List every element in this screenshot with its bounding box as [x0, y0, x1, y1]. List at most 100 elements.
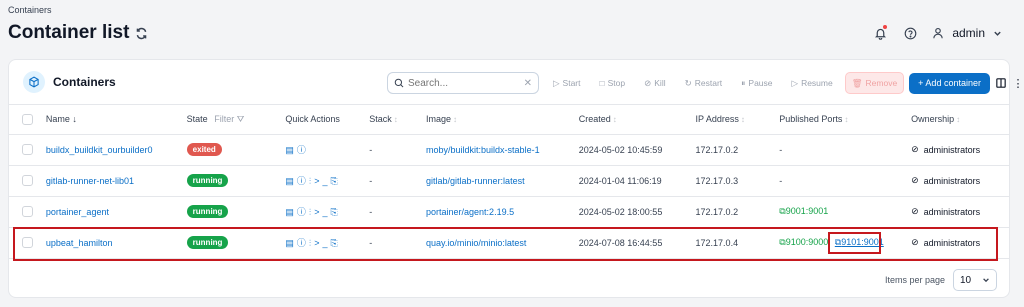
column-name[interactable]: Name ↓	[45, 105, 187, 135]
help-icon[interactable]	[902, 25, 918, 41]
quick-actions[interactable]: ▤ⓘ⫶>_⎘	[285, 176, 340, 186]
pause-icon: ⏸	[741, 77, 746, 88]
quick-actions[interactable]: ▤ⓘ⫶>_⎘	[285, 207, 340, 217]
username: admin	[952, 26, 985, 40]
created-cell: 2024-01-04 11:06:19	[578, 165, 696, 197]
quick-actions[interactable]: ▤ⓘ⫶>_⎘	[285, 238, 340, 248]
column-ownership[interactable]: Ownership ↕	[911, 105, 1009, 135]
search-input[interactable]	[408, 77, 518, 89]
status-badge: running	[186, 174, 229, 187]
refresh-icon: ↻	[684, 77, 692, 88]
user-icon	[933, 27, 943, 39]
ports-cell: -	[779, 165, 912, 197]
container-name-link[interactable]: upbeat_hamilton	[46, 238, 113, 248]
image-link[interactable]: quay.io/minio/minio:latest	[426, 238, 526, 248]
port-link-highlighted[interactable]: ⧉9101:9001	[835, 237, 884, 247]
stack-cell: -	[369, 227, 427, 259]
card-header: Containers ✕ ▷Start □Stop ⊘Kill ↻Restart…	[9, 60, 1023, 105]
ban-icon: ⊘	[644, 77, 652, 88]
remove-button[interactable]: 🗑 Remove	[844, 72, 905, 94]
image-link[interactable]: moby/buildkit:buildx-stable-1	[426, 145, 540, 155]
attach-icon: ⎘	[330, 207, 341, 217]
play-icon: ▷	[553, 77, 560, 88]
state-filter[interactable]: Filter ⛛	[214, 114, 244, 124]
table-row: gitlab-runner-net-lib01 running ▤ⓘ⫶>_⎘ -…	[9, 165, 1009, 197]
items-per-page-label: Items per page	[884, 275, 945, 285]
ownership-cell: ⊘ administrators	[911, 144, 981, 155]
restart-button[interactable]: ↻ Restart	[677, 72, 730, 94]
image-link[interactable]: gitlab/gitlab-runner:latest	[426, 176, 525, 186]
console-icon: >_	[314, 238, 331, 248]
resume-button[interactable]: ▷ Resume	[784, 72, 840, 94]
created-cell: 2024-05-02 10:45:59	[578, 134, 696, 166]
status-badge: exited	[186, 143, 222, 156]
created-cell: 2024-05-02 18:00:55	[578, 196, 696, 228]
attach-icon: ⎘	[330, 238, 341, 248]
row-checkbox[interactable]	[22, 206, 33, 218]
bell-icon[interactable]	[872, 25, 888, 41]
pause-button[interactable]: ⏸ Pause	[734, 72, 780, 94]
console-icon: >_	[314, 207, 331, 217]
container-name-link[interactable]: portainer_agent	[46, 207, 109, 217]
table-header: Name ↓ State Filter ⛛ Quick Actions Stac…	[9, 105, 1009, 135]
port-link[interactable]: ⧉9001:9001	[779, 206, 828, 216]
table-row: buildx_buildkit_ourbuilder0 exited ▤ⓘ - …	[9, 134, 1009, 166]
logs-icon: ▤	[285, 176, 297, 186]
sort-down-icon: ↓	[69, 114, 77, 125]
breadcrumb[interactable]: Containers	[8, 5, 52, 15]
status-badge: running	[186, 236, 229, 249]
port-link[interactable]: ⧉9100:9000	[779, 237, 828, 247]
cube-icon	[23, 71, 45, 93]
column-state[interactable]: State Filter ⛛	[186, 105, 286, 135]
stack-cell: -	[369, 134, 427, 166]
sort-icon: ↕	[844, 115, 849, 125]
logs-icon: ▤	[285, 145, 297, 155]
page-title-text: Container list	[8, 22, 130, 43]
clear-icon[interactable]: ✕	[524, 78, 532, 89]
start-button[interactable]: ▷ Start	[546, 72, 588, 94]
column-stack[interactable]: Stack ↕	[369, 105, 427, 135]
row-checkbox[interactable]	[22, 175, 33, 187]
filter-icon: ⛛	[236, 113, 245, 124]
search-box[interactable]: ✕	[387, 72, 539, 94]
container-name-link[interactable]: buildx_buildkit_ourbuilder0	[46, 145, 153, 155]
kill-button[interactable]: ⊘ Kill	[637, 72, 673, 94]
chevron-down-icon	[983, 278, 989, 283]
ownership-cell: ⊘ administrators	[911, 206, 981, 217]
attach-icon: ⎘	[330, 176, 341, 186]
eye-off-icon: ⊘	[911, 175, 919, 185]
column-image[interactable]: Image ↕	[426, 105, 579, 135]
eye-off-icon: ⊘	[911, 144, 919, 154]
pagination: Items per page 10	[885, 269, 997, 291]
refresh-icon[interactable]	[135, 27, 148, 40]
more-options-icon[interactable]: ⋮	[1012, 76, 1024, 90]
trash-icon: 🗑	[851, 77, 863, 88]
action-toolbar: ▷ Start □ Stop ⊘ Kill ↻ Restart ⏸ Pause ▷ Resu…	[546, 72, 1024, 94]
column-quick-actions: Quick Actions	[285, 105, 370, 135]
ip-cell: 172.17.0.2	[695, 134, 780, 166]
stop-button[interactable]: □ Stop	[592, 72, 633, 94]
user-menu[interactable]: admin	[932, 26, 1002, 40]
image-link[interactable]: portainer/agent:2.19.5	[426, 207, 514, 217]
select-all-checkbox[interactable]	[22, 113, 33, 125]
sort-icon: ↕	[956, 115, 961, 125]
inspect-icon: ⓘ	[296, 145, 309, 155]
row-checkbox[interactable]	[22, 144, 33, 156]
ownership-cell: ⊘ administrators	[911, 237, 981, 248]
ip-cell: 172.17.0.4	[695, 227, 780, 259]
column-created[interactable]: Created ↕	[578, 105, 696, 135]
stop-icon: □	[599, 78, 605, 88]
column-ip[interactable]: IP Address ↕	[695, 105, 780, 135]
stack-cell: -	[369, 165, 427, 197]
quick-actions[interactable]: ▤ⓘ	[285, 145, 309, 155]
column-ports[interactable]: Published Ports ↕	[779, 105, 912, 135]
columns-icon[interactable]	[995, 76, 1007, 90]
containers-card: Containers ✕ ▷Start □Stop ⊘Kill ↻Restart…	[8, 59, 1023, 298]
ports-cell: -	[779, 134, 912, 166]
containers-table: Name ↓ State Filter ⛛ Quick Actions Stac…	[9, 105, 1009, 259]
row-checkbox[interactable]	[22, 237, 33, 249]
ip-cell: 172.17.0.2	[695, 196, 780, 228]
container-name-link[interactable]: gitlab-runner-net-lib01	[46, 176, 134, 186]
add-container-button[interactable]: + Add container	[909, 72, 990, 94]
items-per-page-select[interactable]: 10	[953, 269, 997, 291]
